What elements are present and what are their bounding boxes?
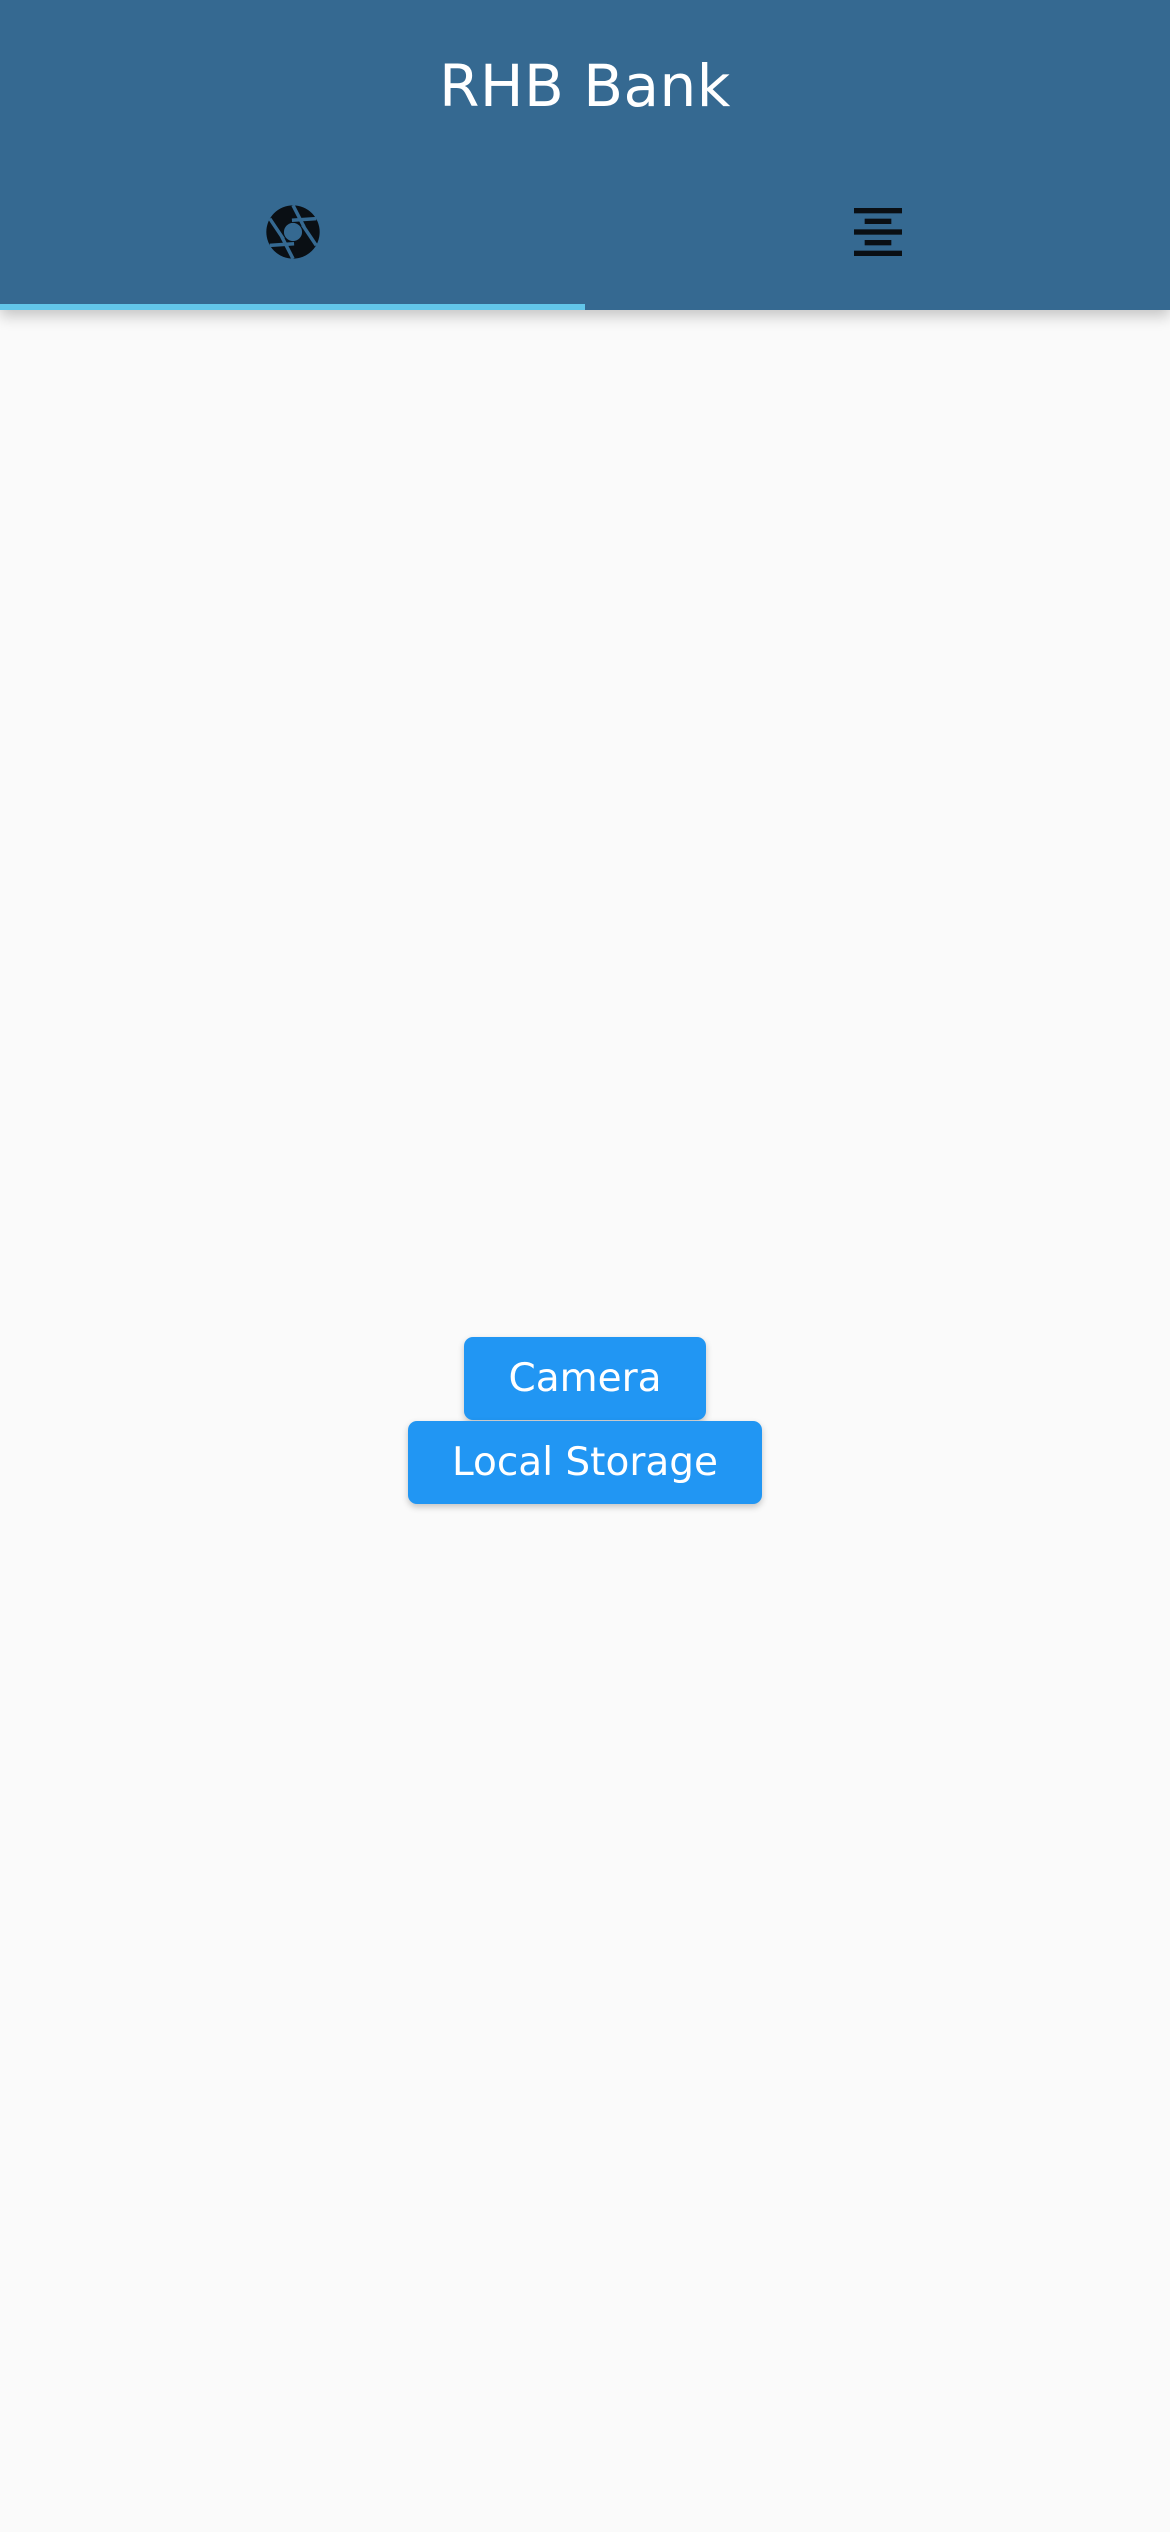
app-bar: RHB Bank bbox=[0, 0, 1170, 310]
action-buttons: Camera Local Storage bbox=[0, 1337, 1170, 1504]
app-title: RHB Bank bbox=[439, 52, 731, 120]
tab-bar bbox=[0, 180, 1170, 310]
selected-tab-indicator bbox=[0, 304, 585, 310]
tab-camera[interactable] bbox=[0, 180, 585, 310]
camera-aperture-icon bbox=[265, 204, 320, 260]
align-center-icon bbox=[853, 208, 902, 256]
tab-list[interactable] bbox=[585, 180, 1170, 310]
camera-button[interactable]: Camera bbox=[464, 1337, 706, 1420]
local-storage-button[interactable]: Local Storage bbox=[408, 1421, 762, 1504]
